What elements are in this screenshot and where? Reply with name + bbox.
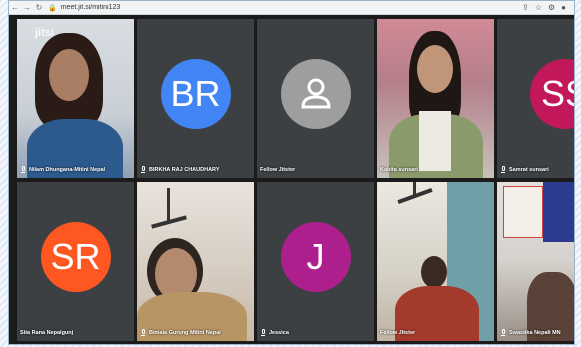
lock-icon: 🔒 [48, 4, 57, 12]
participant-video [377, 19, 494, 178]
participant-video [497, 182, 574, 341]
participant-tile[interactable]: SR Sita Rana Nepalgunj [17, 182, 134, 341]
participant-video [17, 19, 134, 178]
participant-name: Nilam Dhungana-Mitini Nepal [20, 166, 105, 173]
participant-tile[interactable]: jitsi Nilam Dhungana-Mitini Nepal [17, 19, 134, 178]
mic-icon [140, 329, 146, 336]
participant-tile[interactable]: Fellow Jitster [257, 19, 374, 178]
mic-icon [500, 166, 506, 173]
participant-name: BIRKHA RAJ CHAUDHARY [140, 166, 219, 173]
share-icon[interactable]: ⇪ [522, 3, 529, 12]
mic-icon [500, 329, 506, 336]
video-conference-window: ← → ↻ 🔒 meet.jit.si/mitini123 ⇪ ☆ ⚙ ● ji… [8, 0, 575, 345]
reload-button[interactable]: ↻ [33, 3, 45, 12]
participant-tile[interactable]: Swastika Nepali MN [497, 182, 574, 341]
participant-video [137, 182, 254, 341]
back-button[interactable]: ← [9, 3, 21, 12]
participant-name: Fellow Jitster [380, 330, 416, 336]
extensions-icon[interactable]: ⚙ [548, 3, 555, 12]
browser-toolbar: ← → ↻ 🔒 meet.jit.si/mitini123 ⇪ ☆ ⚙ ● [9, 1, 574, 15]
participant-tile[interactable]: Bimala Gurung Mitini Nepal [137, 182, 254, 341]
participant-name: Bimala Gurung Mitini Nepal [140, 329, 221, 336]
avatar: BR [160, 58, 231, 129]
participant-tile-active[interactable]: Kabita sunsari [377, 19, 494, 178]
participant-name: Kabita sunsari [380, 167, 418, 173]
forward-button[interactable]: → [21, 3, 33, 12]
avatar: SS [530, 58, 574, 129]
participant-tile[interactable]: BR BIRKHA RAJ CHAUDHARY [137, 19, 254, 178]
star-icon[interactable]: ☆ [535, 3, 542, 12]
default-user-icon [280, 58, 351, 129]
mic-icon [260, 329, 266, 336]
mic-icon [140, 166, 146, 173]
participant-tile[interactable]: SS Samrat sunsari [497, 19, 574, 178]
profile-icon[interactable]: ● [561, 3, 566, 12]
participant-name: Sita Rana Nepalgunj [20, 330, 74, 336]
avatar: J [280, 221, 351, 292]
avatar: SR [40, 221, 111, 292]
mic-icon [20, 166, 26, 173]
participant-name: Swastika Nepali MN [500, 329, 561, 336]
participant-video [377, 182, 494, 341]
address-bar[interactable]: meet.jit.si/mitini123 [61, 4, 522, 11]
participant-tile[interactable]: Fellow Jitster [377, 182, 494, 341]
participant-name: Jessica [260, 329, 289, 336]
participant-name: Fellow Jitster [260, 167, 296, 173]
participant-tile[interactable]: J Jessica [257, 182, 374, 341]
jitsi-watermark: jitsi [35, 27, 54, 39]
participant-name: Samrat sunsari [500, 166, 549, 173]
